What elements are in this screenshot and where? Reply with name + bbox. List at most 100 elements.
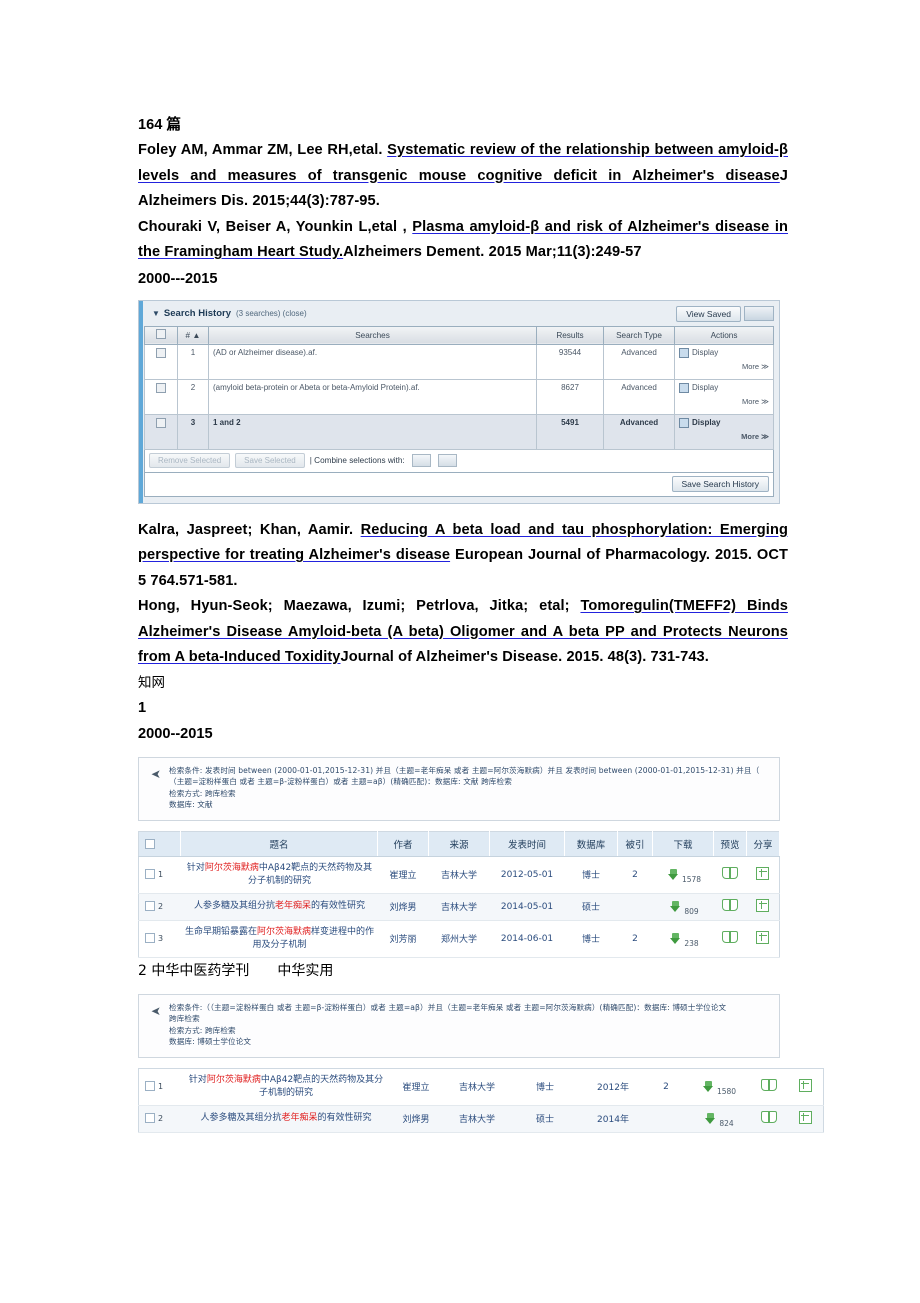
row-download[interactable]: 1580 bbox=[685, 1068, 751, 1106]
row-checkbox-cell[interactable] bbox=[144, 413, 178, 450]
row-source[interactable]: 吉林大学 bbox=[428, 893, 490, 921]
collapse-toggle-button[interactable] bbox=[744, 306, 774, 321]
row-checkbox-cell[interactable] bbox=[144, 378, 178, 415]
row-title[interactable]: 针对阿尔茨海默病中Aβ42靶点的天然药物及其分子机制的研究 bbox=[180, 856, 378, 894]
row-actions[interactable]: Display More ≫ bbox=[674, 378, 774, 415]
checkbox-icon[interactable] bbox=[145, 869, 155, 880]
plus-share-icon[interactable] bbox=[756, 866, 770, 880]
display-link[interactable]: Display bbox=[692, 418, 720, 427]
row-actions[interactable]: Display More ≫ bbox=[674, 343, 774, 380]
row-share[interactable] bbox=[746, 856, 780, 894]
row-title[interactable]: 针对阿尔茨海默病中Aβ42靶点的天然药物及其分子机制的研究 bbox=[182, 1068, 389, 1106]
col-number[interactable]: # ▲ bbox=[177, 325, 209, 345]
row-source[interactable]: 郑州大学 bbox=[428, 920, 490, 958]
row-author[interactable]: 刘烨男 bbox=[377, 893, 429, 921]
view-saved-button[interactable]: View Saved bbox=[676, 305, 741, 322]
row-author[interactable]: 崔理立 bbox=[389, 1068, 443, 1106]
table-row[interactable]: 1 (AD or Alzheimer disease).af. 93544 Ad… bbox=[144, 343, 774, 380]
ovid-search-history-panel[interactable]: ▼ Search History (3 searches) (close) Vi… bbox=[138, 299, 780, 504]
row-download[interactable]: 809 bbox=[652, 893, 714, 921]
row-download[interactable]: 824 bbox=[685, 1105, 751, 1133]
table-row[interactable]: 2 人参多糖及其组分抗老年痴呆的有效性研究 刘烨男 吉林大学 硕士 2014年 … bbox=[138, 1105, 824, 1133]
download-icon[interactable] bbox=[702, 1080, 714, 1093]
checkbox-icon[interactable] bbox=[145, 1113, 155, 1124]
row-title[interactable]: 人参多糖及其组分抗老年痴呆的有效性研究 bbox=[180, 893, 378, 921]
table-row[interactable]: 3 1 and 2 5491 Advanced Display More ≫ bbox=[144, 413, 774, 450]
book-preview-icon[interactable] bbox=[722, 867, 738, 879]
year-range-1-text: 2000---2015 bbox=[138, 270, 218, 287]
download-icon[interactable] bbox=[705, 1112, 716, 1125]
row-checkbox-cell[interactable]: 1 bbox=[138, 1068, 182, 1106]
save-selected-button[interactable]: Save Selected bbox=[235, 453, 305, 468]
combine-or-button[interactable] bbox=[437, 454, 457, 467]
remove-selected-button[interactable]: Remove Selected bbox=[149, 453, 231, 468]
row-author[interactable]: 崔理立 bbox=[377, 856, 429, 894]
plus-share-icon[interactable] bbox=[798, 1110, 812, 1124]
table-row[interactable]: 1 针对阿尔茨海默病中Aβ42靶点的天然药物及其分子机制的研究 崔理立 吉林大学… bbox=[138, 856, 780, 894]
table-row[interactable]: 3 生命早期铅暴露在阿尔茨海默病样变进程中的作用及分子机制 刘芳丽 郑州大学 2… bbox=[138, 920, 780, 958]
display-link[interactable]: Display bbox=[692, 348, 718, 357]
row-checkbox-cell[interactable] bbox=[144, 343, 178, 380]
table-row[interactable]: 2 (amyloid beta-protein or Abeta or beta… bbox=[144, 378, 774, 415]
book-preview-icon[interactable] bbox=[761, 1079, 777, 1091]
row-number: 3 bbox=[177, 413, 209, 450]
plus-share-icon[interactable] bbox=[798, 1078, 812, 1092]
checkbox-icon[interactable] bbox=[156, 382, 166, 393]
row-checkbox-cell[interactable]: 2 bbox=[138, 893, 181, 921]
book-preview-icon[interactable] bbox=[722, 899, 738, 911]
display-icon[interactable] bbox=[679, 347, 689, 358]
select-all-checkbox-icon[interactable] bbox=[156, 329, 166, 339]
display-icon[interactable] bbox=[679, 382, 689, 393]
row-preview[interactable] bbox=[713, 856, 747, 894]
row-download[interactable]: 1578 bbox=[652, 856, 714, 894]
combine-and-button[interactable] bbox=[411, 454, 431, 467]
row-source[interactable]: 吉林大学 bbox=[428, 856, 490, 894]
col-results: Results bbox=[536, 325, 604, 345]
plus-share-icon[interactable] bbox=[756, 930, 770, 944]
display-icon[interactable] bbox=[679, 417, 689, 428]
row-author[interactable]: 刘烨男 bbox=[389, 1105, 443, 1133]
cnki-search-conditions-1: ➤ 检索条件: 发表时间 between (2000-01-01,2015-12… bbox=[138, 756, 780, 821]
row-checkbox-cell[interactable]: 1 bbox=[138, 856, 181, 894]
checkbox-icon[interactable] bbox=[145, 901, 155, 912]
row-preview[interactable] bbox=[713, 920, 747, 958]
display-link[interactable]: Display bbox=[692, 383, 718, 392]
row-share[interactable] bbox=[787, 1105, 824, 1133]
more-link[interactable]: More ≫ bbox=[679, 432, 769, 441]
plus-share-icon[interactable] bbox=[756, 898, 770, 912]
download-icon[interactable] bbox=[670, 932, 681, 945]
row-download[interactable]: 238 bbox=[652, 920, 714, 958]
row-preview[interactable] bbox=[751, 1105, 787, 1133]
checkbox-icon[interactable] bbox=[156, 417, 166, 428]
select-all-checkbox-icon[interactable] bbox=[145, 838, 155, 849]
row-source[interactable]: 吉林大学 bbox=[443, 1068, 511, 1106]
search-history-subtitle[interactable]: (3 searches) (close) bbox=[236, 309, 307, 318]
save-search-history-button[interactable]: Save Search History bbox=[671, 475, 769, 492]
triangle-down-icon[interactable]: ▼ bbox=[152, 309, 160, 318]
checkbox-icon[interactable] bbox=[145, 1081, 155, 1092]
more-link[interactable]: More ≫ bbox=[679, 362, 769, 371]
row-share[interactable] bbox=[746, 920, 780, 958]
book-preview-icon[interactable] bbox=[722, 931, 738, 943]
download-count: 1578 bbox=[681, 875, 702, 884]
row-title[interactable]: 人参多糖及其组分抗老年痴呆的有效性研究 bbox=[182, 1105, 389, 1133]
mouse-cursor-icon: ➤ bbox=[150, 1003, 161, 1018]
row-actions[interactable]: Display More ≫ bbox=[674, 413, 774, 450]
more-link[interactable]: More ≫ bbox=[679, 397, 769, 406]
row-checkbox-cell[interactable]: 2 bbox=[138, 1105, 182, 1133]
row-title[interactable]: 生命早期铅暴露在阿尔茨海默病样变进程中的作用及分子机制 bbox=[180, 920, 378, 958]
row-preview[interactable] bbox=[713, 893, 747, 921]
row-author[interactable]: 刘芳丽 bbox=[377, 920, 429, 958]
book-preview-icon[interactable] bbox=[761, 1111, 777, 1123]
download-icon[interactable] bbox=[667, 868, 679, 881]
checkbox-icon[interactable] bbox=[145, 933, 155, 944]
table-row[interactable]: 1 针对阿尔茨海默病中Aβ42靶点的天然药物及其分子机制的研究 崔理立 吉林大学… bbox=[138, 1068, 824, 1106]
row-checkbox-cell[interactable]: 3 bbox=[138, 920, 181, 958]
row-preview[interactable] bbox=[751, 1068, 787, 1106]
row-share[interactable] bbox=[746, 893, 780, 921]
row-share[interactable] bbox=[787, 1068, 824, 1106]
checkbox-icon[interactable] bbox=[156, 347, 166, 358]
download-icon[interactable] bbox=[670, 900, 681, 913]
row-source[interactable]: 吉林大学 bbox=[443, 1105, 511, 1133]
table-row[interactable]: 2 人参多糖及其组分抗老年痴呆的有效性研究 刘烨男 吉林大学 2014-05-0… bbox=[138, 893, 780, 921]
